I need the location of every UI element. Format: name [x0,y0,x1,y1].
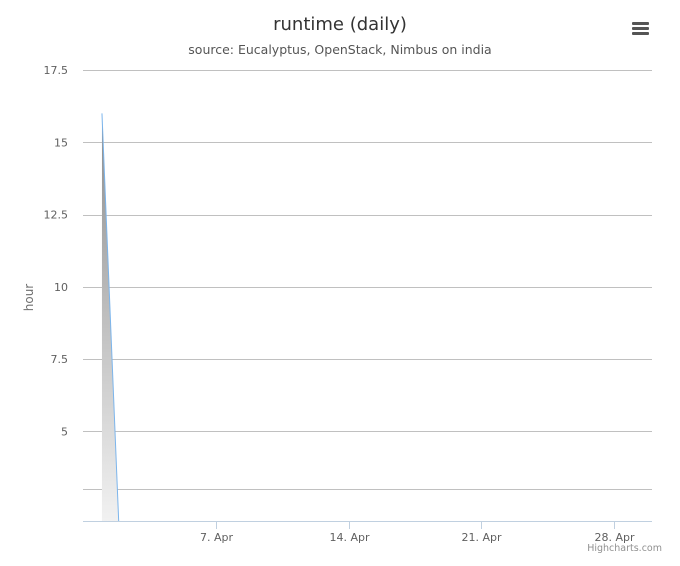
y-tick-label: 7.5 [51,353,69,366]
y-axis-title: hour [22,284,36,312]
y-tick-label: 12.5 [44,209,69,222]
y-tick-label: 10 [54,281,68,294]
y-tick-label: 17.5 [44,64,69,77]
credits-link[interactable]: Highcharts.com [587,543,662,554]
chart-container: runtime (daily) source: Eucalyptus, Open… [0,0,680,566]
x-tick-label: 14. Apr [329,531,369,544]
y-tick-label: 15 [54,136,68,149]
x-tick-label: 21. Apr [461,531,501,544]
x-tick-label: 7. Apr [200,531,233,544]
y-tick-label: 5 [61,425,68,438]
chart-plot: 57.51012.51517.57. Apr 14. Apr 21. Apr 28. … [22,64,652,544]
data-point[interactable] [99,111,104,116]
